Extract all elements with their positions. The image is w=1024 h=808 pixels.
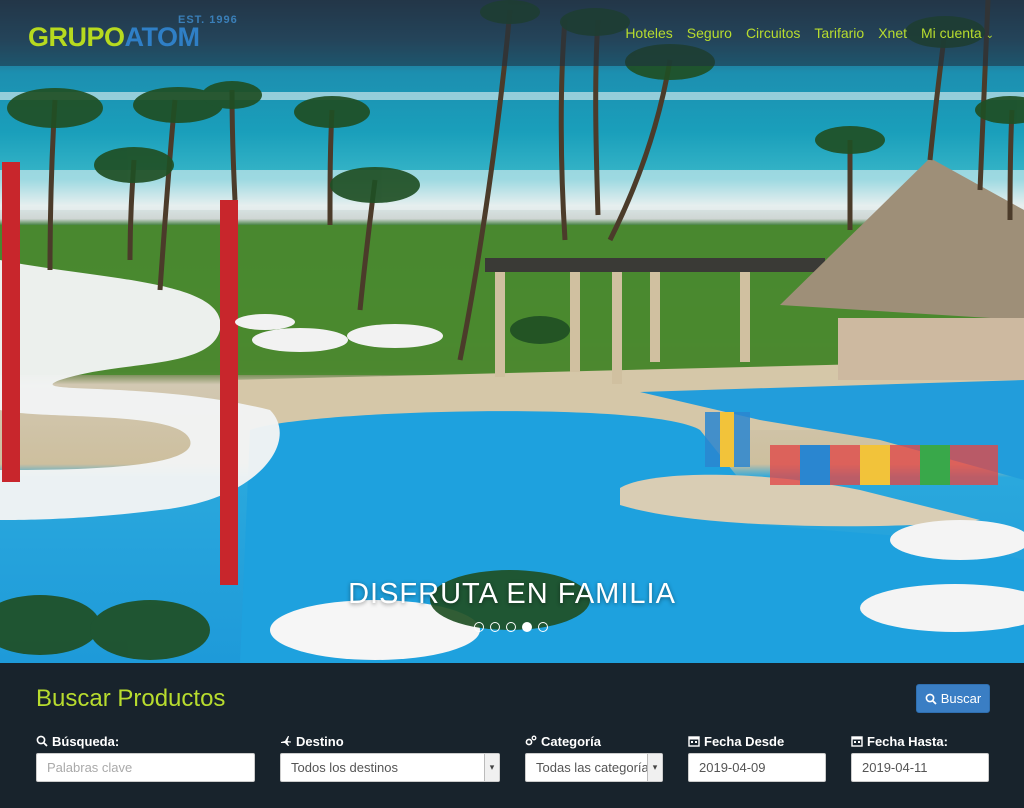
hero-carousel[interactable]: DISFRUTA EN FAMILIA [0,0,1024,663]
calendar-icon [851,736,863,747]
query-field-group: Búsqueda: Palabras clave [36,734,255,782]
main-nav: Hoteles Seguro Circuitos Tarifario Xnet … [625,25,994,41]
search-panel: Buscar Productos Buscar Búsqueda: Palabr… [0,663,1024,808]
nav-mi-cuenta[interactable]: Mi cuenta ⌄ [921,25,994,41]
nav-seguro[interactable]: Seguro [687,25,732,41]
plane-icon [281,736,291,746]
date-from-field-group: Fecha Desde 2019-04-09 [688,734,826,782]
category-select[interactable]: Todas las categorías ▾ [525,753,663,782]
nav-mi-cuenta-label: Mi cuenta [921,25,982,41]
query-label: Búsqueda: [36,734,255,749]
resort-photo [0,0,1024,663]
nav-circuitos[interactable]: Circuitos [746,25,800,41]
nav-hoteles[interactable]: Hoteles [625,25,672,41]
carousel-dot-4-active[interactable] [522,622,532,632]
query-input[interactable]: Palabras clave [36,753,255,782]
carousel-dot-2[interactable] [490,622,500,632]
date-to-field-group: Fecha Hasta: 2019-04-11 [851,734,989,782]
gears-icon [525,735,537,746]
nav-xnet[interactable]: Xnet [878,25,907,41]
category-label: Categoría [525,734,663,749]
nav-tarifario[interactable]: Tarifario [814,25,864,41]
date-to-input[interactable]: 2019-04-11 [851,753,989,782]
date-from-label: Fecha Desde [688,734,826,749]
destination-field-group: Destino Todos los destinos ▾ [280,734,500,782]
chevron-down-icon: ▾ [647,754,662,781]
chevron-down-icon: ▾ [484,754,499,781]
destination-label: Destino [280,734,500,749]
top-navbar: EST. 1996 GRUPOATOM Hoteles Seguro Circu… [0,0,1024,66]
carousel-dot-3[interactable] [506,622,516,632]
hero-caption: DISFRUTA EN FAMILIA [348,578,676,610]
carousel-dot-1[interactable] [474,622,484,632]
calendar-icon [688,736,700,747]
search-button-label: Buscar [940,691,982,706]
search-icon [36,735,48,747]
search-panel-title: Buscar Productos [36,685,226,712]
carousel-dot-5[interactable] [538,622,548,632]
date-to-label: Fecha Hasta: [851,734,989,749]
date-from-input[interactable]: 2019-04-09 [688,753,826,782]
carousel-indicators [474,622,548,632]
logo-text: GRUPOATOM [28,22,200,52]
chevron-down-icon: ⌄ [985,30,994,41]
category-field-group: Categoría Todas las categorías ▾ [525,734,663,782]
search-button[interactable]: Buscar [916,684,990,713]
search-icon [925,693,937,705]
destination-select[interactable]: Todos los destinos ▾ [280,753,500,782]
